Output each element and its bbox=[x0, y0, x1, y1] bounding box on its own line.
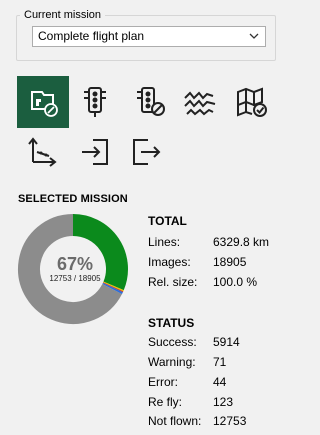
traffic-light-status-button[interactable] bbox=[130, 82, 170, 122]
import-button[interactable] bbox=[75, 132, 115, 172]
status-warning-label: Warning: bbox=[148, 355, 196, 369]
status-error-value: 44 bbox=[213, 375, 227, 389]
route-arrows-icon bbox=[28, 137, 57, 167]
export-button[interactable] bbox=[126, 132, 166, 172]
progress-percent: 67% bbox=[56, 254, 94, 274]
terrain-lines-button[interactable] bbox=[180, 82, 220, 122]
status-refly-label: Re fly: bbox=[148, 395, 183, 409]
status-warning-value: 71 bbox=[213, 355, 227, 369]
edit-mission-button[interactable] bbox=[17, 76, 69, 128]
status-refly-value: 123 bbox=[213, 395, 234, 409]
traffic-light-button[interactable] bbox=[75, 82, 115, 122]
status-heading: STATUS bbox=[148, 316, 195, 330]
status-notflown-label: Not flown: bbox=[148, 414, 202, 428]
total-images-label: Images: bbox=[148, 255, 191, 269]
total-lines-label: Lines: bbox=[148, 235, 181, 249]
terrain-lines-icon bbox=[184, 91, 216, 116]
total-relsize-value: 100.0 % bbox=[213, 275, 258, 289]
mission-select[interactable]: Complete flight plan bbox=[32, 26, 266, 47]
chevron-down-icon bbox=[249, 33, 259, 39]
status-success-value: 5914 bbox=[213, 335, 240, 349]
mission-select-value: Complete flight plan bbox=[38, 29, 145, 43]
donut-segment-refly bbox=[102, 282, 123, 295]
import-icon bbox=[82, 139, 108, 165]
map-check-button[interactable] bbox=[232, 82, 272, 122]
route-arrows-button[interactable] bbox=[22, 132, 62, 172]
edit-mission-icon bbox=[31, 91, 58, 117]
status-success-label: Success: bbox=[148, 335, 197, 349]
traffic-light-status-icon bbox=[137, 87, 165, 116]
current-mission-label: Current mission bbox=[20, 8, 106, 22]
status-error-label: Error: bbox=[148, 375, 178, 389]
total-images-value: 18905 bbox=[213, 255, 247, 269]
export-icon bbox=[133, 139, 161, 165]
total-relsize-label: Rel. size: bbox=[148, 275, 198, 289]
traffic-light-icon bbox=[84, 87, 106, 117]
total-lines-value: 6329.8 km bbox=[213, 235, 270, 249]
selected-mission-title: SELECTED MISSION bbox=[18, 193, 128, 205]
map-check-icon bbox=[237, 87, 267, 117]
total-heading: TOTAL bbox=[148, 214, 187, 228]
status-notflown-value: 12753 bbox=[213, 414, 247, 428]
progress-ratio: 12753 / 18905 bbox=[49, 274, 101, 283]
